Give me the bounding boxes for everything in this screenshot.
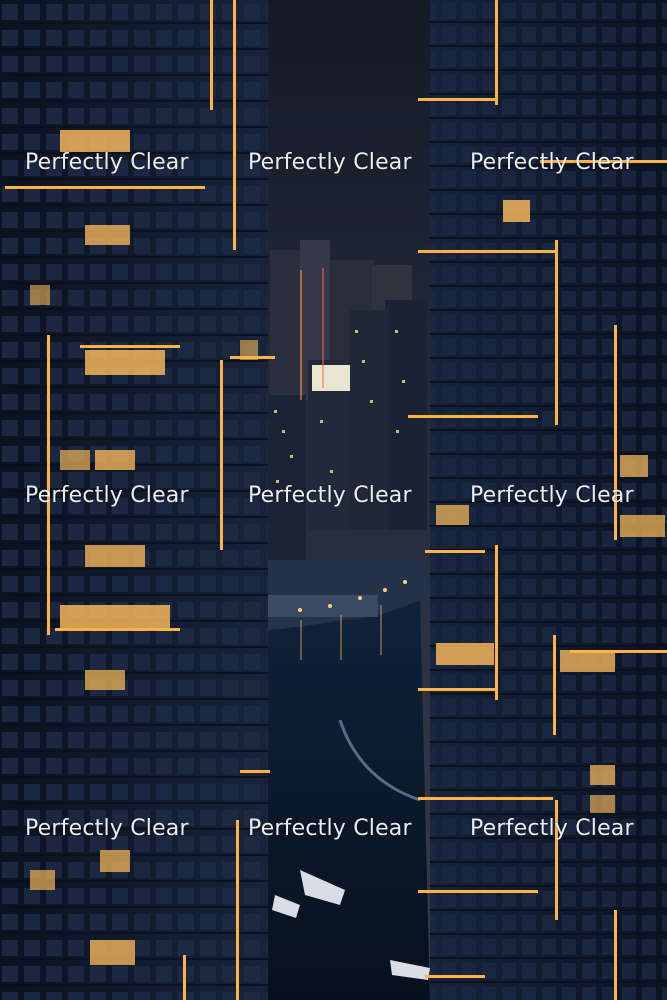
photo-scene (0, 0, 667, 1000)
city-night-illustration (0, 0, 667, 1000)
marina-water (268, 600, 430, 1000)
right-tower (408, 0, 667, 1000)
left-tower (0, 0, 275, 1000)
